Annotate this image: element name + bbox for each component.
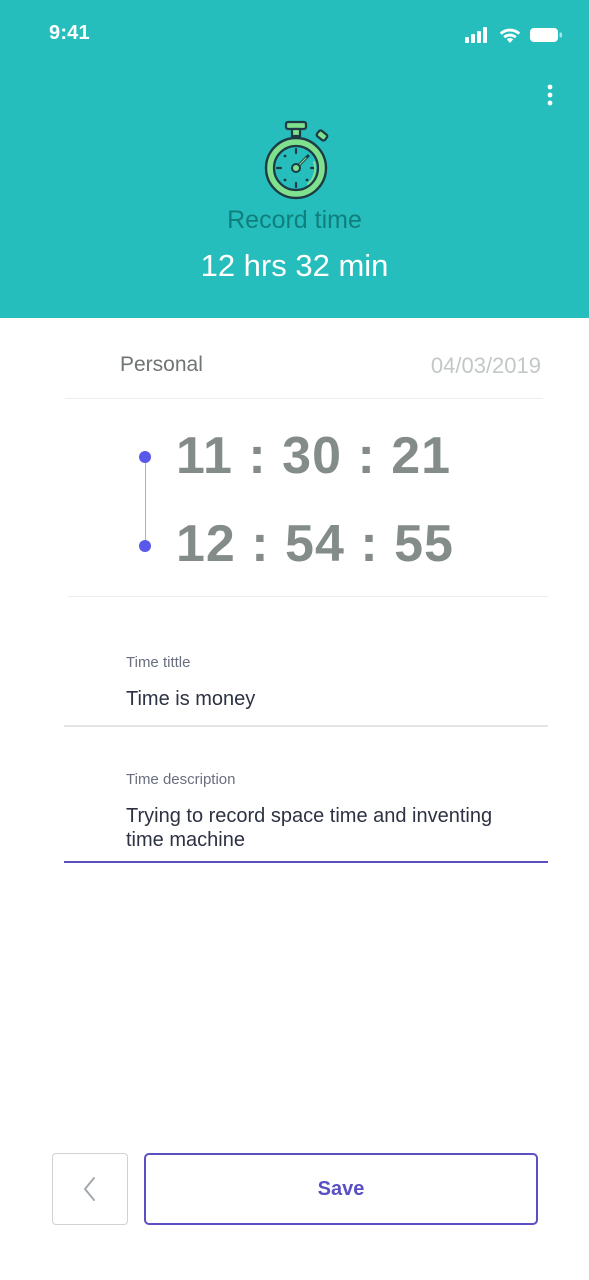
category-label[interactable]: Personal [120,353,203,377]
start-time[interactable]: 11 : 30 : 21 [176,426,451,486]
time-description-label: Time description [126,771,236,788]
time-description-underline [64,861,548,863]
wifi-icon [499,28,521,43]
more-vertical-icon[interactable] [537,82,563,108]
time-title-label: Time tittle [126,654,191,671]
chevron-left-icon [84,1177,95,1201]
record-time-value: 12 hrs 32 min [200,248,389,283]
divider [65,398,543,399]
back-button[interactable] [52,1153,128,1225]
time-description-input[interactable]: Trying to record space time and inventin… [126,804,526,852]
time-title-input[interactable]: Time is money [126,687,255,711]
status-time: 9:41 [49,22,90,44]
end-time-dot [139,540,151,552]
stopwatch-icon [264,120,329,200]
start-time-dot [139,451,151,463]
signal-icon [465,27,487,43]
time-range-line [145,458,146,546]
divider [68,596,548,597]
header: 9:41 Record time 12 hrs 32 min [0,0,589,318]
record-time-label: Record time [227,206,362,234]
date-label[interactable]: 04/03/2019 [431,353,541,379]
status-icons [465,26,563,44]
save-button[interactable]: Save [144,1153,538,1225]
end-time[interactable]: 12 : 54 : 55 [176,514,454,574]
battery-icon [530,28,562,42]
time-title-underline [64,725,548,727]
